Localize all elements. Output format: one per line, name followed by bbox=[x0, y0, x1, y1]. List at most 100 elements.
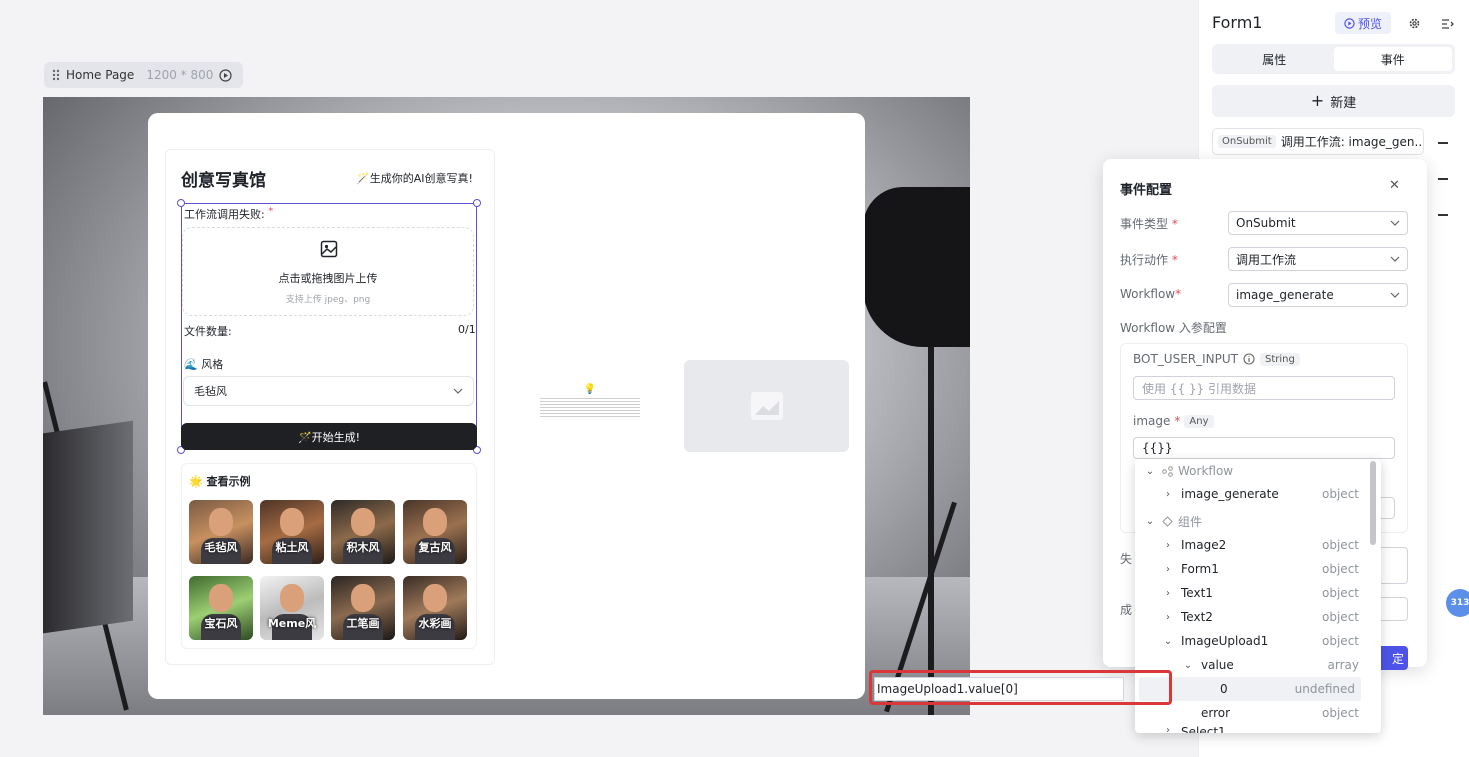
image-param-input[interactable]: {{}} bbox=[1133, 437, 1395, 459]
empty-state-note: 💡 bbox=[540, 384, 640, 418]
tree-item-type: object bbox=[1322, 538, 1359, 552]
action-value: 调用工作流 bbox=[1236, 252, 1297, 267]
workflow-label: Workflow* bbox=[1120, 287, 1181, 301]
chevron-down-icon bbox=[1390, 220, 1400, 226]
tree-item-name: 0 bbox=[1220, 682, 1228, 696]
play-icon[interactable] bbox=[219, 68, 232, 82]
figure-face bbox=[280, 508, 304, 536]
tree-group-workflow[interactable]: ⌄ Workflow bbox=[1135, 459, 1369, 483]
action-label: 执行动作 * bbox=[1120, 251, 1178, 268]
event-item[interactable]: OnSubmit 调用工作流: image_gen... bbox=[1212, 128, 1424, 155]
bot-input-row: BOT_USER_INPUT String bbox=[1133, 352, 1300, 366]
required-mark: * bbox=[1171, 217, 1178, 231]
hidden-input-edge bbox=[1381, 547, 1408, 584]
example-thumbnail[interactable]: 宝石风 bbox=[189, 576, 253, 640]
example-thumbnail[interactable]: Meme风 bbox=[260, 576, 324, 640]
example-label: 毛毡风 bbox=[204, 541, 238, 554]
example-label: 宝石风 bbox=[204, 617, 238, 630]
figure-face bbox=[423, 584, 447, 612]
chevron-down-icon: ⌄ bbox=[1145, 465, 1155, 477]
event-type-label-text: 事件类型 bbox=[1120, 217, 1169, 231]
generate-button[interactable]: 🪄开始生成! bbox=[181, 423, 477, 450]
info-icon[interactable] bbox=[1243, 353, 1255, 365]
style-select[interactable]: 毛毡风 bbox=[183, 376, 474, 406]
chevron-down-icon bbox=[1390, 256, 1400, 262]
fail-label: 失 bbox=[1120, 552, 1133, 566]
chevron-down-icon: ⌄ bbox=[1145, 515, 1155, 527]
studio-lamp bbox=[863, 187, 970, 347]
required-mark: * bbox=[1171, 253, 1178, 267]
example-thumbnail[interactable]: 水彩画 bbox=[403, 576, 467, 640]
tree-item-selected[interactable]: 0 undefined bbox=[1139, 677, 1361, 701]
event-config-title: 事件配置 bbox=[1120, 183, 1173, 198]
tab-properties[interactable]: 属性 bbox=[1215, 47, 1334, 71]
close-icon[interactable]: ✕ bbox=[1389, 178, 1400, 193]
chevron-down-icon bbox=[1390, 292, 1400, 298]
event-type-select[interactable]: OnSubmit bbox=[1228, 211, 1408, 235]
figure-face bbox=[351, 508, 375, 536]
example-thumbnail[interactable]: 积木风 bbox=[331, 500, 395, 564]
tree-item[interactable]: error object bbox=[1135, 701, 1369, 725]
example-thumbnail[interactable]: 复古风 bbox=[403, 500, 467, 564]
tree-item-name: ImageUpload1 bbox=[1181, 634, 1269, 648]
workflow-input-config-label: Workflow 入参配置 bbox=[1120, 321, 1227, 335]
tree-item-type: object bbox=[1322, 562, 1359, 576]
action-label-text: 执行动作 bbox=[1120, 253, 1169, 267]
tree-item[interactable]: › Form1 object bbox=[1135, 557, 1369, 581]
component-title: Form1 bbox=[1212, 13, 1263, 32]
resize-handle-tr[interactable] bbox=[473, 199, 481, 207]
example-thumbnail[interactable]: 毛毡风 bbox=[189, 500, 253, 564]
type-chip: Any bbox=[1184, 414, 1214, 428]
examples-title: 🌟 查看示例 bbox=[189, 475, 251, 488]
workflow-select[interactable]: image_generate bbox=[1228, 283, 1408, 307]
tab-events[interactable]: 事件 bbox=[1333, 47, 1452, 71]
example-label: Meme风 bbox=[267, 617, 317, 630]
remove-event-icon[interactable] bbox=[1438, 142, 1448, 144]
image-param-label: image bbox=[1133, 414, 1171, 428]
remove-item-icon[interactable] bbox=[1438, 178, 1448, 180]
confirm-label: 定 bbox=[1391, 651, 1404, 666]
drag-handle-icon[interactable] bbox=[52, 69, 60, 81]
tree-item[interactable]: › Image2 object bbox=[1135, 533, 1369, 557]
floating-badge[interactable]: 313 bbox=[1446, 589, 1469, 617]
resize-handle-tl[interactable] bbox=[177, 199, 185, 207]
gear-icon[interactable] bbox=[1408, 17, 1421, 30]
remove-item-icon[interactable] bbox=[1438, 214, 1448, 216]
action-select[interactable]: 调用工作流 bbox=[1228, 247, 1408, 271]
chevron-right-icon: › bbox=[1166, 539, 1170, 551]
preview-button[interactable]: 预览 bbox=[1335, 12, 1391, 34]
chevron-down-icon: ⌄ bbox=[1163, 635, 1173, 647]
page-name[interactable]: Home Page bbox=[66, 68, 134, 82]
tree-group-components[interactable]: ⌄ 组件 bbox=[1135, 509, 1369, 533]
tree-item-type: object bbox=[1322, 586, 1359, 600]
panel-tabs: 属性 事件 bbox=[1212, 44, 1455, 74]
form-title: 创意写真馆 bbox=[181, 171, 266, 191]
tree-scrollbar[interactable] bbox=[1370, 461, 1376, 545]
tree-item-name: Image2 bbox=[1181, 538, 1227, 552]
example-thumbnail[interactable]: 粘土风 bbox=[260, 500, 324, 564]
example-label: 积木风 bbox=[346, 541, 380, 554]
file-count-value: 0/1 bbox=[458, 323, 476, 336]
figure-face bbox=[280, 584, 304, 612]
tree-item[interactable]: › Text1 object bbox=[1135, 581, 1369, 605]
success-label: 成 bbox=[1120, 603, 1133, 617]
example-thumbnail[interactable]: 工笔画 bbox=[331, 576, 395, 640]
plus-icon: + bbox=[1310, 91, 1325, 110]
required-mark: * bbox=[1174, 414, 1181, 428]
tree-item[interactable]: › image_generate object bbox=[1135, 482, 1369, 506]
page-toolbar: Home Page 1200 * 800 bbox=[44, 62, 243, 88]
collapse-panel-icon[interactable] bbox=[1441, 18, 1454, 30]
expression-input[interactable]: ImageUpload1.value[0] bbox=[874, 677, 1124, 701]
tree-item-name: Select1 bbox=[1181, 725, 1226, 733]
play-icon bbox=[1344, 17, 1355, 29]
bot-input-field[interactable]: 使用 {{ }} 引用数据 bbox=[1133, 376, 1395, 400]
tree-item[interactable]: ⌄ ImageUpload1 object bbox=[1135, 629, 1369, 653]
workflow-icon bbox=[1162, 465, 1173, 477]
tree-item-name: image_generate bbox=[1181, 487, 1279, 501]
tree-item-type: array bbox=[1327, 658, 1359, 672]
tree-item[interactable]: › Select1 bbox=[1135, 725, 1369, 733]
image-param-row: image * Any bbox=[1133, 414, 1214, 428]
tree-item-name: Form1 bbox=[1181, 562, 1219, 576]
tree-item[interactable]: › Text2 object bbox=[1135, 605, 1369, 629]
new-event-button[interactable]: + 新建 bbox=[1212, 85, 1455, 117]
